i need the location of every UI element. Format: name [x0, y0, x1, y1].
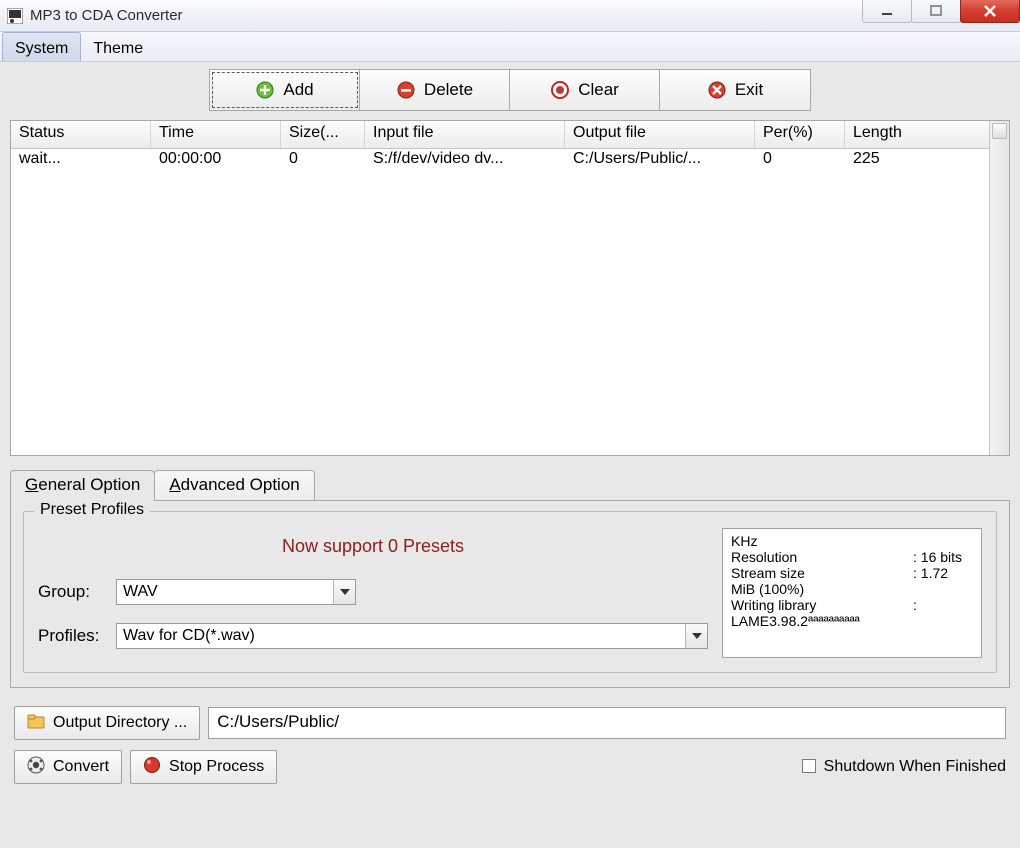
chevron-down-icon — [333, 580, 355, 604]
media-info-box: KHz Resolution Stream size MiB (100%) Wr… — [722, 528, 982, 658]
exit-label: Exit — [735, 80, 763, 100]
col-length[interactable]: Length — [845, 121, 957, 148]
group-value: WAV — [123, 583, 158, 601]
table-header: Status Time Size(... Input file Output f… — [11, 121, 989, 149]
group-label: Group: — [38, 582, 116, 602]
minimize-button[interactable] — [862, 0, 912, 23]
bottom-bar: Output Directory ... C:/Users/Public/ Co… — [10, 702, 1010, 788]
app-window: MP3 to CDA Converter System Theme — [0, 0, 1020, 848]
clear-icon — [550, 80, 570, 100]
convert-button[interactable]: Convert — [14, 750, 122, 784]
exit-icon — [707, 80, 727, 100]
clear-button[interactable]: Clear — [510, 70, 660, 110]
add-icon — [255, 80, 275, 100]
profiles-combo[interactable]: Wav for CD(*.wav) — [116, 623, 708, 649]
window-controls — [863, 0, 1020, 31]
app-icon — [6, 7, 24, 25]
output-path-field[interactable]: C:/Users/Public/ — [208, 707, 1006, 739]
shutdown-label: Shutdown When Finished — [824, 758, 1006, 775]
convert-label: Convert — [53, 758, 109, 776]
col-time[interactable]: Time — [151, 121, 281, 148]
titlebar: MP3 to CDA Converter — [0, 0, 1020, 32]
cell-time: 00:00:00 — [151, 149, 281, 173]
table-scrollbar[interactable] — [989, 121, 1009, 455]
cell-length: 225 — [845, 149, 957, 173]
cell-size: 0 — [281, 149, 365, 173]
add-label: Add — [283, 80, 313, 100]
cell-input: S:/f/dev/video dv... — [365, 149, 565, 173]
table-row[interactable]: wait... 00:00:00 0 S:/f/dev/video dv... … — [11, 149, 989, 173]
stop-label: Stop Process — [169, 758, 264, 776]
delete-label: Delete — [424, 80, 473, 100]
shutdown-checkbox[interactable]: Shutdown When Finished — [802, 758, 1006, 776]
cell-per: 0 — [755, 149, 845, 173]
menu-theme[interactable]: Theme — [81, 32, 155, 61]
table-body: wait... 00:00:00 0 S:/f/dev/video dv... … — [11, 149, 989, 455]
tab-general-option[interactable]: General Option — [10, 470, 155, 501]
chevron-down-icon — [685, 624, 707, 648]
menu-system[interactable]: System — [2, 32, 81, 61]
col-per[interactable]: Per(%) — [755, 121, 845, 148]
delete-icon — [396, 80, 416, 100]
convert-icon — [27, 756, 45, 779]
menubar: System Theme — [0, 32, 1020, 62]
preset-message: Now support 0 Presets — [38, 536, 708, 557]
maximize-button[interactable] — [911, 0, 961, 23]
checkbox-icon — [802, 759, 816, 773]
profiles-label: Profiles: — [38, 626, 116, 646]
window-title: MP3 to CDA Converter — [30, 7, 863, 24]
profiles-value: Wav for CD(*.wav) — [123, 627, 255, 645]
exit-button[interactable]: Exit — [660, 70, 810, 110]
output-directory-button[interactable]: Output Directory ... — [14, 706, 200, 740]
stop-process-button[interactable]: Stop Process — [130, 750, 277, 784]
info-labels: KHz Resolution Stream size MiB (100%) Wr… — [731, 533, 913, 653]
cell-status: wait... — [11, 149, 151, 173]
output-directory-label: Output Directory ... — [53, 714, 187, 732]
close-button[interactable] — [960, 0, 1020, 23]
cell-output: C:/Users/Public/... — [565, 149, 755, 173]
col-output[interactable]: Output file — [565, 121, 755, 148]
stop-icon — [143, 756, 161, 779]
group-combo[interactable]: WAV — [116, 579, 356, 605]
folder-icon — [27, 713, 45, 734]
col-size[interactable]: Size(... — [281, 121, 365, 148]
preset-legend: Preset Profiles — [34, 501, 150, 519]
tab-advanced-option[interactable]: Advanced Option — [154, 470, 314, 501]
col-input[interactable]: Input file — [365, 121, 565, 148]
delete-button[interactable]: Delete — [360, 70, 510, 110]
file-table: Status Time Size(... Input file Output f… — [10, 120, 1010, 456]
option-tabs: General Option Advanced Option — [10, 470, 1010, 501]
col-status[interactable]: Status — [11, 121, 151, 148]
toolbar: Add Delete Clear — [10, 66, 1010, 114]
add-button[interactable]: Add — [210, 70, 360, 110]
info-values: : 16 bits : 1.72 : — [913, 533, 973, 653]
preset-profiles-group: Preset Profiles Now support 0 Presets Gr… — [23, 511, 997, 673]
option-panel: Preset Profiles Now support 0 Presets Gr… — [10, 500, 1010, 688]
clear-label: Clear — [578, 80, 619, 100]
content-area: Add Delete Clear — [0, 62, 1020, 848]
